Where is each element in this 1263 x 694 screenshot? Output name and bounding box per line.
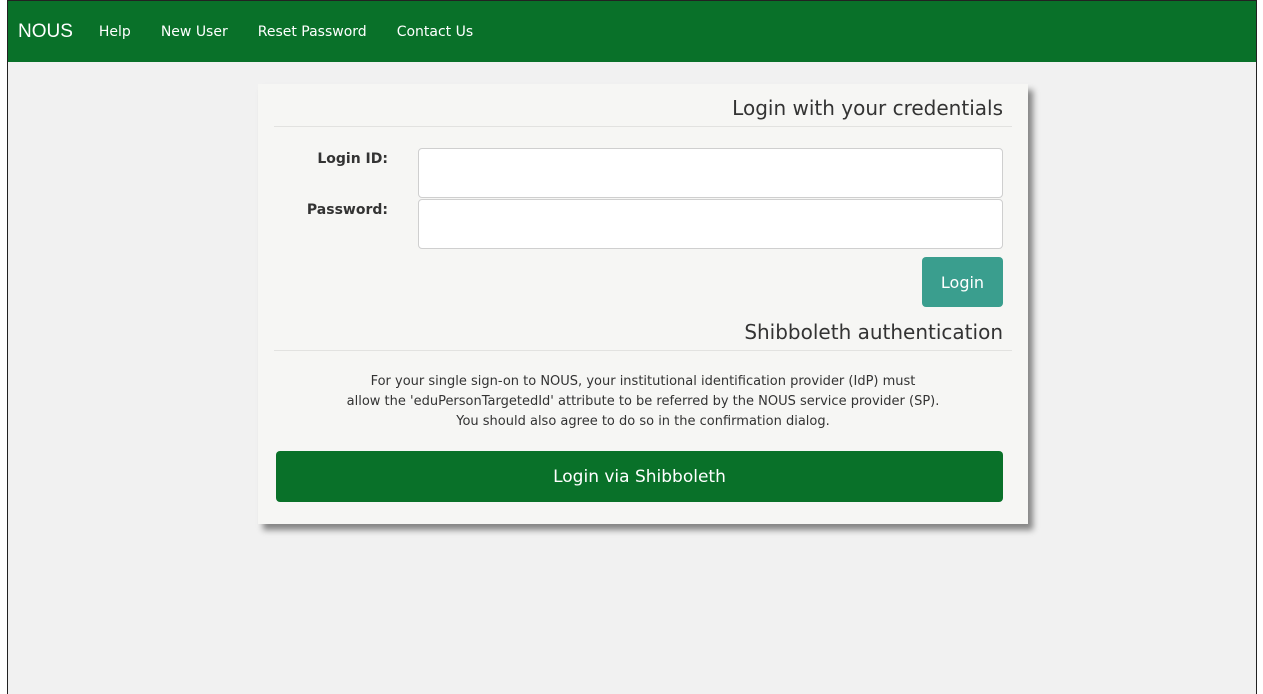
divider — [274, 350, 1012, 351]
nav-link-new-user[interactable]: New User — [161, 24, 228, 40]
nav-link-help[interactable]: Help — [99, 24, 131, 40]
info-line: allow the 'eduPersonTargetedId' attribut… — [346, 394, 940, 409]
nav-link-reset-password[interactable]: Reset Password — [258, 24, 367, 40]
page-frame: NOUS Help New User Reset Password Contac… — [7, 0, 1257, 694]
login-id-input[interactable] — [418, 148, 1003, 198]
shibboleth-info-text: For your single sign-on to NOUS, your in… — [274, 372, 1012, 432]
brand-link[interactable]: NOUS — [18, 21, 73, 43]
info-line: You should also agree to do so in the co… — [456, 414, 830, 429]
login-section-title: Login with your credentials — [732, 96, 1003, 120]
login-panel: Login with your credentials Login ID: Pa… — [258, 84, 1028, 524]
shibboleth-login-button[interactable]: Login via Shibboleth — [276, 451, 1003, 502]
password-input[interactable] — [418, 199, 1003, 249]
divider — [274, 126, 1012, 127]
top-navbar: NOUS Help New User Reset Password Contac… — [8, 0, 1256, 62]
info-line: For your single sign-on to NOUS, your in… — [370, 374, 916, 389]
shibboleth-section-title: Shibboleth authentication — [744, 320, 1003, 344]
login-id-label: Login ID: — [317, 151, 388, 167]
nav-link-contact-us[interactable]: Contact Us — [397, 24, 473, 40]
password-label: Password: — [306, 202, 388, 218]
login-button[interactable]: Login — [922, 257, 1003, 307]
